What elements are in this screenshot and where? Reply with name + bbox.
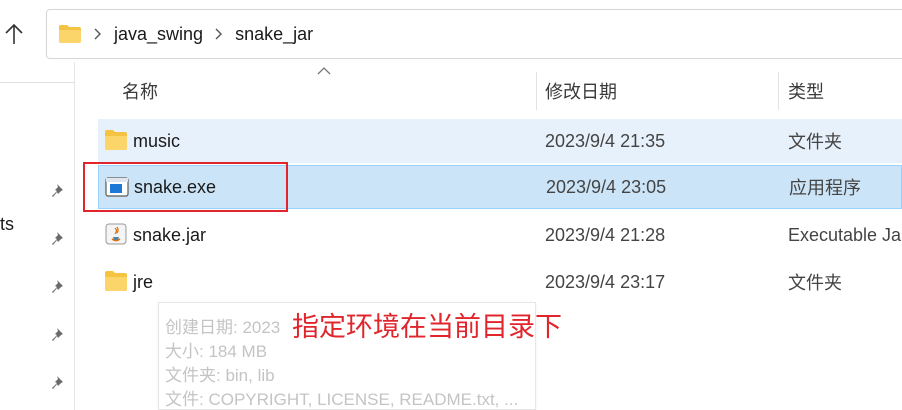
nav-divider xyxy=(0,82,75,83)
file-date: 2023/9/4 23:05 xyxy=(546,176,667,197)
column-header-name[interactable]: 名称 xyxy=(122,68,532,114)
breadcrumb-snake-jar[interactable]: snake_jar xyxy=(235,24,313,45)
file-type: 文件夹 xyxy=(788,273,842,293)
folder-icon xyxy=(59,25,81,43)
up-button[interactable] xyxy=(0,18,28,50)
pin-icon[interactable] xyxy=(50,326,68,344)
file-date: 2023/9/4 23:17 xyxy=(545,271,666,292)
file-row-music[interactable]: music 2023/9/4 21:35 文件夹 xyxy=(98,119,902,163)
file-type: 文件夹 xyxy=(788,132,842,152)
tooltip-folders: 文件夹: bin, lib xyxy=(165,366,275,385)
file-name[interactable]: jre xyxy=(133,272,153,293)
file-name[interactable]: music xyxy=(133,131,180,152)
tooltip-created: 创建日期: 2023 xyxy=(165,318,281,337)
folder-icon xyxy=(105,271,127,291)
address-bar[interactable]: java_swing snake_jar xyxy=(46,9,902,59)
tooltip-files: 文件: COPYRIGHT, LICENSE, README.txt, ... xyxy=(165,390,519,409)
pin-icon[interactable] xyxy=(50,182,68,200)
pin-icon[interactable] xyxy=(50,374,68,392)
file-type: 应用程序 xyxy=(789,178,861,198)
arrow-up-icon xyxy=(5,23,23,44)
chevron-right-icon[interactable] xyxy=(211,24,227,44)
chevron-right-icon[interactable] xyxy=(90,24,106,44)
column-divider[interactable] xyxy=(778,72,779,110)
column-header-date[interactable]: 修改日期 xyxy=(545,68,775,114)
column-header-name-label: 名称 xyxy=(122,82,158,102)
tooltip-size: 大小: 184 MB xyxy=(165,342,268,361)
file-row-jre[interactable]: jre 2023/9/4 23:17 文件夹 xyxy=(98,260,902,304)
pin-icon[interactable] xyxy=(50,230,68,248)
folder-icon xyxy=(105,130,127,150)
column-header-type[interactable]: 类型 xyxy=(788,68,898,114)
pin-icon[interactable] xyxy=(50,278,68,296)
file-type: Executable Jar File xyxy=(788,224,902,245)
file-row-snake-jar[interactable]: snake.jar 2023/9/4 21:28 Executable Jar … xyxy=(98,213,902,257)
breadcrumb-java-swing[interactable]: java_swing xyxy=(114,24,203,45)
highlight-box xyxy=(83,162,288,212)
annotation-text: 指定环境在当前目录下 xyxy=(292,312,562,343)
column-header-date-label: 修改日期 xyxy=(545,82,617,102)
file-date: 2023/9/4 21:35 xyxy=(545,130,666,151)
nav-item-label[interactable]: ts xyxy=(0,214,14,235)
java-jar-icon xyxy=(105,223,127,245)
file-name[interactable]: snake.jar xyxy=(133,225,206,246)
file-date: 2023/9/4 21:28 xyxy=(545,224,666,245)
column-header-type-label: 类型 xyxy=(788,82,824,102)
column-divider[interactable] xyxy=(536,72,537,110)
